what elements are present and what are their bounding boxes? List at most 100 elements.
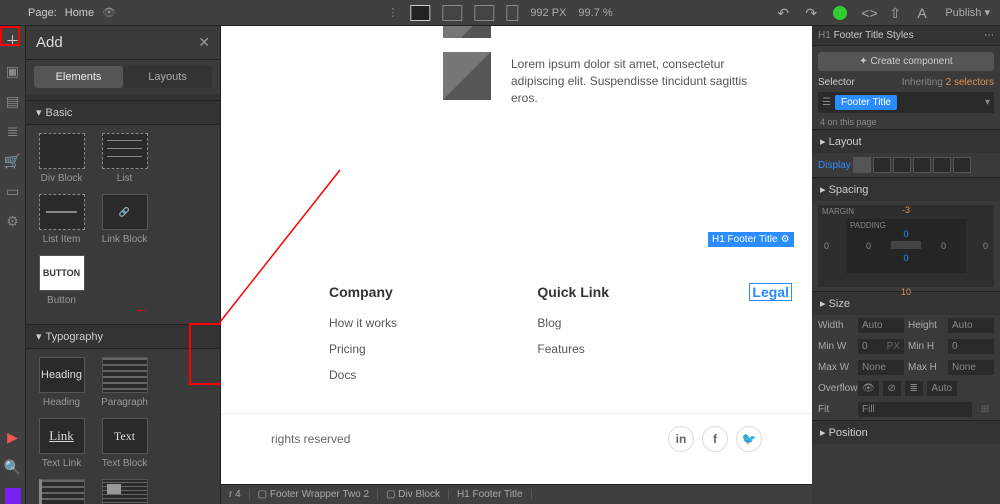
- class-chip[interactable]: Footer Title: [835, 95, 897, 110]
- display-flex-icon[interactable]: [873, 157, 891, 173]
- padding-top[interactable]: 0: [866, 229, 946, 239]
- selection-badge[interactable]: H1 Footer Title⚙: [708, 232, 794, 247]
- item-rich-text[interactable]: Rich Text: [93, 479, 156, 504]
- height-input[interactable]: Auto: [948, 318, 994, 333]
- page-name[interactable]: Home: [65, 7, 94, 19]
- footer-link-features[interactable]: Features: [537, 342, 609, 356]
- footer-title-company[interactable]: Company: [329, 284, 397, 300]
- breadcrumb-item[interactable]: ▢ Footer Wrapper Two 2: [250, 489, 378, 500]
- footer-link-blog[interactable]: Blog: [537, 316, 609, 330]
- overflow-scroll[interactable]: ≣: [905, 381, 923, 396]
- ecommerce-icon[interactable]: 🛒: [4, 152, 22, 170]
- section-layout[interactable]: ▸ Layout: [812, 130, 1000, 153]
- footer-link-docs[interactable]: Docs: [329, 368, 397, 382]
- margin-top[interactable]: -3: [902, 205, 910, 215]
- tab-elements[interactable]: Elements: [34, 66, 123, 88]
- minh-input[interactable]: 0: [948, 339, 994, 354]
- overflow-hidden[interactable]: ⊘: [883, 381, 901, 396]
- tab-layouts[interactable]: Layouts: [123, 66, 212, 88]
- menu-dots-icon[interactable]: ⋯: [984, 30, 994, 41]
- item-button[interactable]: BUTTONButton: [30, 255, 93, 306]
- mobile-icon[interactable]: [506, 5, 518, 21]
- pages-icon[interactable]: ▤: [4, 92, 22, 110]
- help-icon[interactable]: [5, 488, 21, 504]
- redo-icon[interactable]: ↷: [805, 6, 819, 20]
- create-component-button[interactable]: ✦ Create component: [818, 52, 994, 71]
- display-none-icon[interactable]: [953, 157, 971, 173]
- minw-input[interactable]: 0 PX: [858, 339, 904, 354]
- twitter-icon[interactable]: 🐦: [736, 426, 762, 452]
- overflow-auto[interactable]: Auto: [927, 381, 957, 396]
- margin-right[interactable]: 0: [983, 241, 988, 251]
- assets-icon[interactable]: ▭: [4, 182, 22, 200]
- search-icon[interactable]: 🔍: [4, 458, 22, 476]
- video-icon[interactable]: ▶: [4, 428, 22, 446]
- padding-right[interactable]: 0: [941, 241, 946, 251]
- padding-left[interactable]: 0: [866, 241, 871, 251]
- section-position[interactable]: ▸ Position: [812, 421, 1000, 444]
- tablet-icon[interactable]: [442, 5, 462, 21]
- fit-select[interactable]: Fill: [858, 402, 972, 417]
- settings-icon[interactable]: ⚙: [4, 212, 22, 230]
- export-icon[interactable]: ⇧: [889, 6, 903, 20]
- rights-text[interactable]: rights reserved: [271, 432, 350, 446]
- undo-icon[interactable]: ↶: [777, 6, 791, 20]
- lorem-text[interactable]: Lorem ipsum dolor sit amet, consectetur …: [511, 56, 751, 106]
- display-inline-icon[interactable]: [933, 157, 951, 173]
- image-placeholder[interactable]: [443, 52, 491, 100]
- item-text-link[interactable]: LinkText Link: [30, 418, 93, 469]
- status-ok-icon[interactable]: [833, 6, 847, 20]
- overflow-visible[interactable]: 👁: [858, 381, 879, 396]
- canvas[interactable]: Lorem ipsum dolor sit amet, consectetur …: [221, 26, 812, 484]
- linkedin-icon[interactable]: in: [668, 426, 694, 452]
- item-heading[interactable]: HeadingHeading: [30, 357, 93, 408]
- tablet-landscape-icon[interactable]: [474, 5, 494, 21]
- eye-icon[interactable]: 👁: [102, 6, 116, 19]
- facebook-icon[interactable]: f: [702, 426, 728, 452]
- audit-icon[interactable]: A: [917, 6, 931, 20]
- element-heading: H1 Footer Title Styles ⋯: [812, 26, 1000, 46]
- topbar-right: ↶ ↷ <> ⇧ A Publish ▾: [777, 6, 1000, 20]
- gear-icon[interactable]: ⚙: [781, 234, 790, 245]
- footer-title-legal-selected[interactable]: Legal: [749, 283, 792, 301]
- width-input[interactable]: Auto: [858, 318, 904, 333]
- item-block-quote[interactable]: Block Quote: [30, 479, 93, 504]
- display-grid-icon[interactable]: [893, 157, 911, 173]
- code-icon[interactable]: <>: [861, 6, 875, 20]
- item-div-block[interactable]: Div Block: [30, 133, 93, 184]
- section-basic[interactable]: ▾ Basic: [26, 100, 220, 125]
- desktop-icon[interactable]: [410, 5, 430, 21]
- topbar-left: Page: Home 👁: [0, 6, 116, 19]
- canvas-zoom: 99.7 %: [578, 7, 612, 19]
- footer-link-pricing[interactable]: Pricing: [329, 342, 397, 356]
- add-title: Add: [36, 34, 63, 51]
- display-inline-block-icon[interactable]: [913, 157, 931, 173]
- breadcrumb-item[interactable]: H1 Footer Title: [449, 489, 532, 500]
- publish-button[interactable]: Publish ▾: [945, 6, 990, 19]
- item-link-block[interactable]: 🔗Link Block: [93, 194, 156, 245]
- style-panel: 🖌 ⚙ ◈ ⚡ H1 Footer Title Styles ⋯ ✦ Creat…: [812, 26, 1000, 504]
- maxw-input[interactable]: None: [858, 360, 904, 375]
- close-icon[interactable]: ✕: [198, 34, 210, 51]
- footer-link-how[interactable]: How it works: [329, 316, 397, 330]
- selector-field[interactable]: ☰ Footer Title ▾: [818, 92, 994, 113]
- navigator-icon[interactable]: ▣: [4, 62, 22, 80]
- footer-title-quick[interactable]: Quick Link: [537, 284, 609, 300]
- maxh-input[interactable]: None: [948, 360, 994, 375]
- item-paragraph[interactable]: Paragraph: [93, 357, 156, 408]
- margin-left[interactable]: 0: [824, 241, 829, 251]
- section-spacing[interactable]: ▸ Spacing: [812, 178, 1000, 201]
- breadcrumb-item[interactable]: r 4: [221, 489, 250, 500]
- image-placeholder[interactable]: [443, 26, 491, 38]
- cms-icon[interactable]: ≣: [4, 122, 22, 140]
- breadcrumb-item[interactable]: ▢ Div Block: [378, 489, 449, 500]
- item-text-block[interactable]: TextText Block: [93, 418, 156, 469]
- item-list[interactable]: List: [93, 133, 156, 184]
- menu-dots-icon[interactable]: ⋮: [387, 6, 398, 19]
- margin-bottom[interactable]: 10: [901, 287, 911, 297]
- spacing-editor[interactable]: MARGIN -3 0 0 PADDING 0 0 0 0 10: [818, 205, 994, 287]
- display-block-icon[interactable]: [853, 157, 871, 173]
- add-panel: Add ✕ Elements Layouts ▾ Basic Div Block…: [26, 26, 221, 504]
- item-list-item[interactable]: List Item: [30, 194, 93, 245]
- padding-bottom[interactable]: 0: [866, 253, 946, 263]
